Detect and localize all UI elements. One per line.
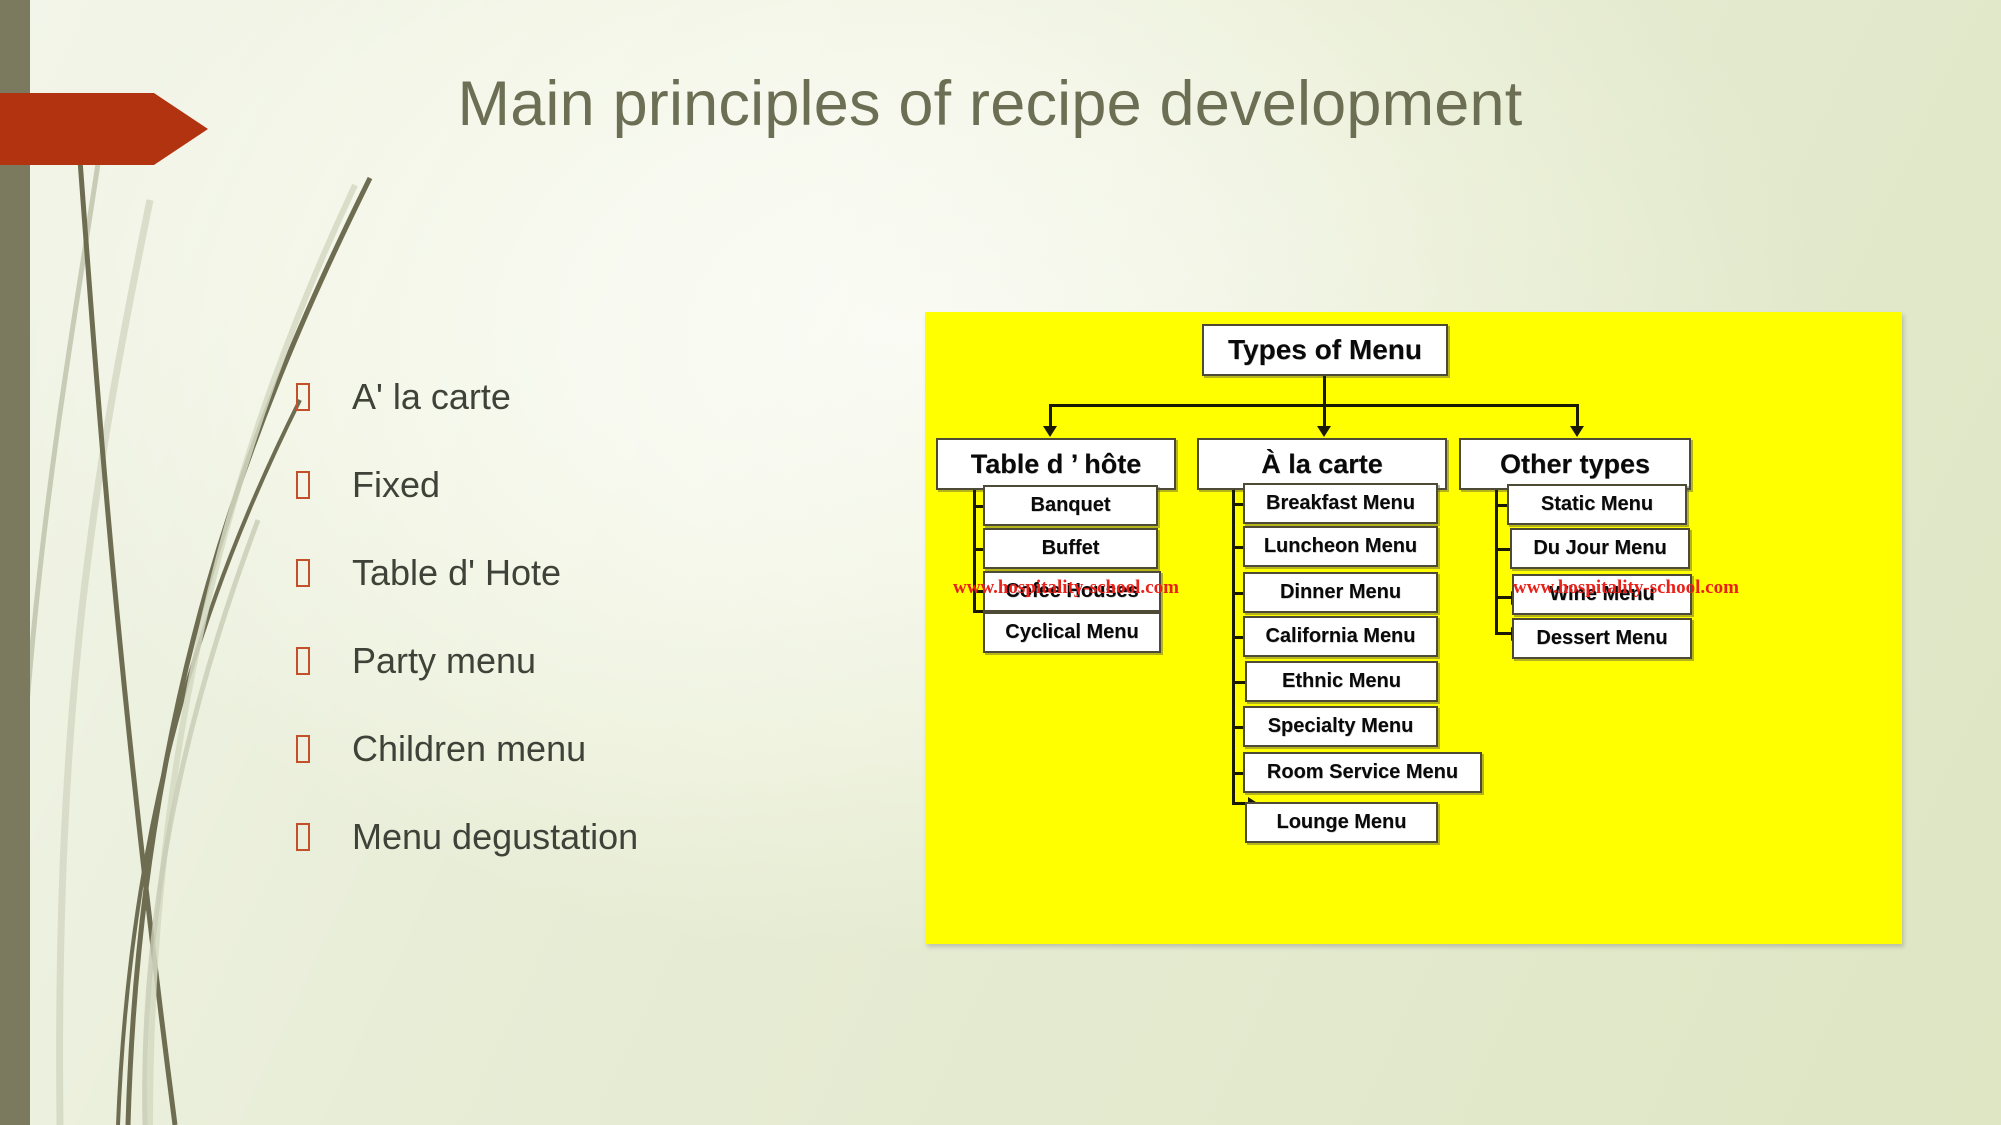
leaf-node: Specialty Menu — [1243, 706, 1438, 747]
leaf-node: Static Menu — [1507, 484, 1687, 525]
red-banner-arrow — [0, 93, 208, 165]
bullet-list: A' la carte Fixed Table d' Hote Party me… — [296, 362, 856, 890]
list-item[interactable]: Fixed — [296, 450, 856, 519]
list-item[interactable]: Menu degustation — [296, 802, 856, 871]
list-item[interactable]: Table d' Hote — [296, 538, 856, 607]
leaf-node: Room Service Menu — [1243, 752, 1482, 793]
leaf-node: Buffet — [983, 528, 1158, 569]
leaf-node: Banquet — [983, 485, 1158, 526]
bullet-marker-icon — [296, 822, 310, 851]
bullet-marker-icon — [296, 382, 310, 411]
leaf-node: Du Jour Menu — [1510, 528, 1690, 569]
list-item[interactable]: Children menu — [296, 714, 856, 783]
bullet-marker-icon — [296, 558, 310, 587]
branch-heading-table-dhote: Table d ’ hôte — [936, 438, 1176, 490]
list-item-label: Fixed — [352, 463, 441, 505]
bullet-marker-icon — [296, 646, 310, 675]
leaf-node: Dinner Menu — [1243, 572, 1438, 613]
connector-rail-col3 — [1495, 490, 1498, 634]
list-item-label: Party menu — [352, 639, 537, 681]
diagram-root-node: Types of Menu — [1202, 324, 1448, 376]
connector-rail-col2 — [1232, 490, 1235, 804]
bullet-marker-icon — [296, 470, 310, 499]
types-of-menu-diagram: Types of Menu Table d ’ hôte À la carte … — [925, 312, 1902, 944]
page-title: Main principles of recipe development — [457, 69, 1523, 139]
connector-drop-1 — [1049, 404, 1052, 428]
list-item-label: Menu degustation — [352, 815, 639, 857]
leaf-node: Luncheon Menu — [1243, 526, 1438, 567]
bullet-marker-icon — [296, 734, 310, 763]
connector-drop-2 — [1323, 404, 1326, 428]
arrow-down-icon — [1570, 426, 1584, 437]
connector-root-stem — [1323, 376, 1326, 404]
watermark-right: www.hospitality-school.com — [1513, 577, 1739, 598]
list-item[interactable]: Party menu — [296, 626, 856, 695]
leaf-node: Lounge Menu — [1245, 802, 1438, 843]
list-item-label: Children menu — [352, 727, 587, 769]
leaf-node: Cyclical Menu — [983, 612, 1161, 653]
arrow-down-icon — [1317, 426, 1331, 437]
left-accent-bar — [0, 0, 30, 1125]
list-item-label: Table d' Hote — [352, 551, 562, 593]
arrow-down-icon — [1043, 426, 1057, 437]
branch-heading-other-types: Other types — [1459, 438, 1691, 490]
list-item-label: A' la carte — [352, 375, 511, 417]
leaf-node: California Menu — [1243, 616, 1438, 657]
connector-drop-3 — [1576, 404, 1579, 428]
list-item[interactable]: A' la carte — [296, 362, 856, 431]
leaf-node: Breakfast Menu — [1243, 483, 1438, 524]
watermark-left: www.hospitality-school.com — [953, 577, 1179, 598]
connector-bus — [1049, 404, 1579, 407]
slide-canvas: Main principles of recipe development A'… — [0, 0, 2001, 1125]
leaf-node: Dessert Menu — [1512, 618, 1692, 659]
leaf-node: Ethnic Menu — [1245, 661, 1438, 702]
